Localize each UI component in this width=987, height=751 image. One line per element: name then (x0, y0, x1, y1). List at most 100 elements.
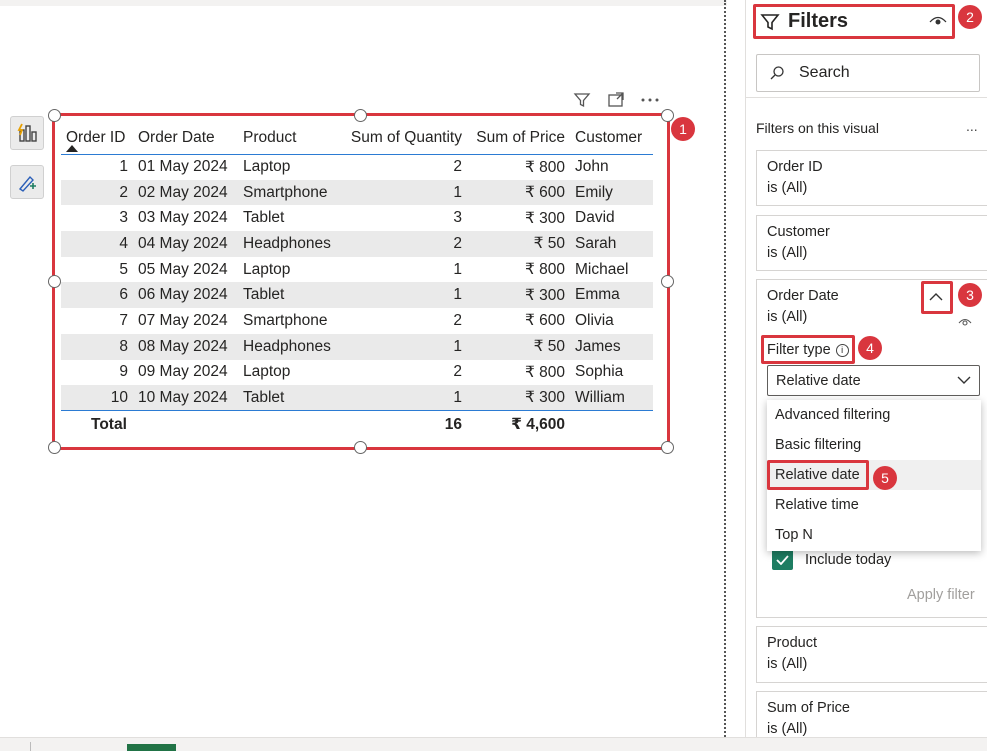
filter-card-customer[interactable]: Customer is (All) (756, 215, 987, 271)
cell-order-date: 05 May 2024 (138, 260, 228, 278)
filter-card-value: is (All) (767, 180, 808, 196)
table-row[interactable]: 10 10 May 2024 Tablet 1 ₹ 300 William (61, 385, 653, 411)
cell-customer: John (575, 158, 609, 176)
annotation-badge-3: 3 (958, 283, 982, 307)
sort-ascending-icon[interactable] (66, 145, 78, 152)
column-header-product[interactable]: Product (238, 122, 338, 154)
cell-sum-of-quantity: 1 (453, 388, 462, 406)
visual-filter-icon[interactable] (571, 90, 593, 110)
visibility-eye-icon[interactable] (958, 314, 972, 330)
cell-customer: Emma (575, 286, 620, 304)
chevron-down-icon (957, 376, 971, 384)
filter-card-name: Sum of Price (767, 700, 850, 716)
search-icon (770, 66, 784, 80)
page-tab-active[interactable] (127, 744, 176, 751)
cell-sum-of-price: ₹ 800 (524, 363, 565, 381)
table-row[interactable]: 8 08 May 2024 Headphones 1 ₹ 50 James (61, 333, 653, 360)
filter-type-dropdown[interactable]: Relative date (767, 365, 980, 396)
cell-order-date: 03 May 2024 (138, 209, 228, 227)
column-header-sum-of-quantity[interactable]: Sum of Quantity (338, 122, 467, 154)
table-row[interactable]: 2 02 May 2024 Smartphone 1 ₹ 600 Emily (61, 179, 653, 206)
table-header-row: Order ID Order Date Product Sum of Quant… (61, 122, 653, 154)
cell-customer: Sophia (575, 363, 624, 381)
filter-card-name: Order ID (767, 159, 823, 175)
menu-item-basic-filtering[interactable]: Basic filtering (767, 430, 981, 460)
search-placeholder: Search (799, 64, 850, 81)
resize-handle[interactable] (661, 275, 674, 288)
include-today-checkbox[interactable]: Include today (772, 549, 891, 570)
filter-card-name: Product (767, 635, 817, 651)
pane-divider (745, 97, 987, 98)
search-input[interactable]: Search (756, 54, 980, 92)
build-visual-icon[interactable] (10, 116, 44, 150)
cell-order-date: 01 May 2024 (138, 158, 228, 176)
cell-sum-of-quantity: 1 (453, 183, 462, 201)
resize-handle[interactable] (48, 441, 61, 454)
cell-order-id: 6 (119, 286, 128, 304)
page-tabs-divider (30, 742, 31, 751)
cell-order-date: 09 May 2024 (138, 363, 228, 381)
cell-order-id: 7 (119, 311, 128, 329)
checkmark-icon (772, 549, 793, 570)
table-row[interactable]: 5 05 May 2024 Laptop 1 ₹ 800 Michael (61, 257, 653, 283)
menu-item-advanced-filtering[interactable]: Advanced filtering (767, 400, 981, 430)
filter-card-product[interactable]: Product is (All) (756, 626, 987, 683)
filter-card-value: is (All) (767, 656, 808, 672)
resize-handle[interactable] (354, 441, 367, 454)
cell-customer: Olivia (575, 311, 614, 329)
format-visual-icon[interactable] (10, 165, 44, 199)
annotation-box-relative-date (767, 460, 869, 490)
total-price: ₹ 4,600 (511, 416, 565, 434)
focus-mode-icon[interactable] (605, 90, 627, 110)
menu-item-top-n[interactable]: Top N (767, 520, 981, 550)
table-row[interactable]: 4 04 May 2024 Headphones 2 ₹ 50 Sarah (61, 231, 653, 257)
cell-sum-of-quantity: 2 (453, 363, 462, 381)
annotation-badge-2: 2 (958, 5, 982, 29)
resize-handle[interactable] (661, 441, 674, 454)
cell-sum-of-quantity: 2 (453, 234, 462, 252)
cell-order-date: 10 May 2024 (138, 388, 228, 406)
column-header-order-date[interactable]: Order Date (133, 122, 238, 154)
total-label: Total (91, 415, 127, 433)
menu-item-relative-time[interactable]: Relative time (767, 490, 981, 520)
table-row[interactable]: 7 07 May 2024 Smartphone 2 ₹ 600 Olivia (61, 308, 653, 334)
cell-order-id: 10 (110, 388, 128, 406)
canvas-top-strip (0, 0, 727, 6)
resize-handle[interactable] (661, 109, 674, 122)
cell-sum-of-quantity: 2 (453, 311, 462, 329)
cell-sum-of-quantity: 2 (453, 158, 462, 176)
cell-sum-of-quantity: 1 (453, 260, 462, 278)
cell-customer: William (575, 388, 625, 406)
filter-card-order-id[interactable]: Order ID is (All) (756, 150, 987, 206)
column-header-sum-of-price[interactable]: Sum of Price (467, 122, 570, 154)
more-options-icon[interactable] (639, 90, 661, 110)
cell-product: Headphones (243, 337, 331, 355)
cell-product: Tablet (243, 388, 285, 406)
cell-order-id: 5 (119, 260, 128, 278)
include-today-label: Include today (805, 551, 892, 568)
cell-sum-of-price: ₹ 600 (524, 312, 565, 330)
table-row[interactable]: 3 03 May 2024 Tablet 3 ₹ 300 David (61, 205, 653, 231)
section-more-options[interactable]: ... (966, 118, 978, 134)
annotation-badge-5: 5 (873, 466, 897, 490)
cell-order-date: 04 May 2024 (138, 234, 228, 252)
cell-order-id: 2 (119, 183, 128, 201)
annotation-box-chevron (921, 281, 953, 314)
cell-sum-of-quantity: 1 (453, 286, 462, 304)
table-row[interactable]: 1 01 May 2024 Laptop 2 ₹ 800 John (61, 154, 653, 180)
cell-product: Smartphone (243, 183, 328, 201)
cell-sum-of-price: ₹ 50 (533, 235, 565, 253)
table-row[interactable]: 6 06 May 2024 Tablet 1 ₹ 300 Emma (61, 282, 653, 309)
resize-handle[interactable] (354, 109, 367, 122)
cell-order-date: 02 May 2024 (138, 183, 228, 201)
resize-handle[interactable] (48, 109, 61, 122)
table-row[interactable]: 9 09 May 2024 Laptop 2 ₹ 800 Sophia (61, 360, 653, 386)
section-label: Filters on this visual (756, 120, 879, 136)
cell-sum-of-price: ₹ 300 (524, 286, 565, 304)
column-header-customer[interactable]: Customer (570, 122, 653, 154)
cell-sum-of-quantity: 1 (453, 337, 462, 355)
resize-handle[interactable] (48, 275, 61, 288)
cell-order-date: 06 May 2024 (138, 286, 228, 304)
apply-filter-button[interactable]: Apply filter (907, 587, 975, 603)
cell-customer: Michael (575, 260, 629, 278)
